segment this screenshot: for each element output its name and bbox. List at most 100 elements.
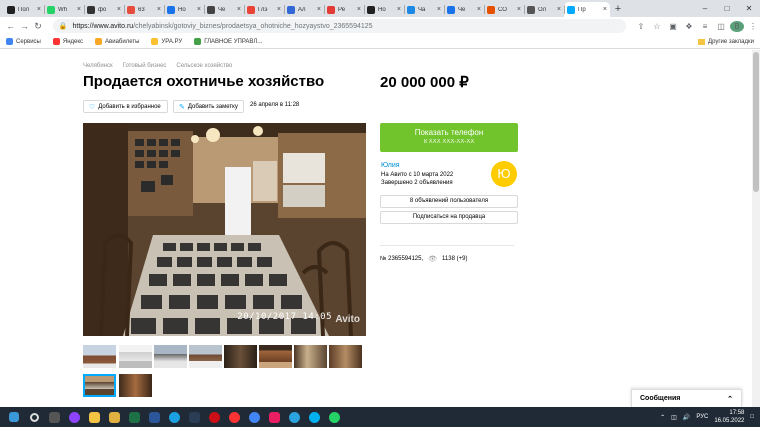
chevron-up-icon[interactable]: ⌃ bbox=[727, 395, 733, 403]
thumbnail[interactable] bbox=[189, 345, 222, 368]
browser-tab[interactable]: Но × bbox=[364, 2, 404, 17]
reading-list-icon[interactable]: ≡ bbox=[698, 22, 712, 31]
other-bookmarks[interactable]: Другие закладки bbox=[698, 38, 754, 45]
tab-close-icon[interactable]: × bbox=[557, 6, 561, 13]
breadcrumb-item[interactable]: Сельское хозяйство bbox=[176, 63, 232, 69]
excel-icon[interactable] bbox=[124, 407, 144, 427]
thumbnail[interactable] bbox=[294, 345, 327, 368]
tab-close-icon[interactable]: × bbox=[437, 6, 441, 13]
add-to-favorites-button[interactable]: ♡ Добавить в избранное bbox=[83, 100, 168, 113]
tab-close-icon[interactable]: × bbox=[77, 6, 81, 13]
browser-tab[interactable]: Wh × bbox=[44, 2, 84, 17]
breadcrumb-item[interactable]: Челябинск bbox=[83, 63, 113, 69]
skype-icon[interactable] bbox=[304, 407, 324, 427]
bookmark-item[interactable]: Сервисы bbox=[6, 38, 41, 45]
thumbnail[interactable] bbox=[83, 345, 116, 368]
anchor-app-icon[interactable] bbox=[184, 407, 204, 427]
telegram-icon[interactable] bbox=[284, 407, 304, 427]
minimize-icon[interactable]: – bbox=[694, 4, 716, 13]
browser-tab[interactable]: Глэ × bbox=[244, 2, 284, 17]
back-icon[interactable]: ← bbox=[4, 19, 18, 33]
messages-widget[interactable]: Сообщения ⌃ bbox=[631, 389, 742, 407]
task-view-icon[interactable] bbox=[44, 407, 64, 427]
tab-close-icon[interactable]: × bbox=[397, 6, 401, 13]
browser-tab[interactable]: Че × bbox=[444, 2, 484, 17]
tab-close-icon[interactable]: × bbox=[357, 6, 361, 13]
forward-icon[interactable]: → bbox=[18, 19, 32, 33]
subscribe-seller-button[interactable]: Подписаться на продавца bbox=[380, 211, 518, 224]
volume-icon[interactable]: 🔊 bbox=[683, 414, 690, 421]
browser-tab[interactable]: Ал × bbox=[284, 2, 324, 17]
thumbnail[interactable] bbox=[119, 374, 152, 397]
add-note-button[interactable]: ✎ Добавить заметку bbox=[173, 100, 244, 113]
browser-tab[interactable]: фо × bbox=[84, 2, 124, 17]
browser-tab[interactable]: 63 × bbox=[124, 2, 164, 17]
profile-avatar[interactable]: В bbox=[729, 20, 744, 32]
menu-icon[interactable]: ⋮ bbox=[746, 22, 760, 31]
scrollbar-thumb[interactable] bbox=[753, 52, 759, 192]
user-ads-button[interactable]: 8 объявлений пользователя bbox=[380, 195, 518, 208]
screenshot-icon[interactable]: ▣ bbox=[666, 22, 680, 31]
browser-tab-active[interactable]: Пр × bbox=[564, 2, 610, 17]
thumbnail-selected[interactable] bbox=[83, 374, 116, 397]
tab-close-icon[interactable]: × bbox=[37, 6, 41, 13]
browser-tab[interactable]: СО × bbox=[484, 2, 524, 17]
tab-close-icon[interactable]: × bbox=[517, 6, 521, 13]
network-icon[interactable]: ◫ bbox=[671, 414, 677, 421]
tray-chevron-icon[interactable]: ⌃ bbox=[660, 414, 665, 421]
thumbnail[interactable] bbox=[329, 345, 362, 368]
messenger-icon[interactable] bbox=[324, 407, 344, 427]
bookmark-item[interactable]: ГЛАВНОЕ УПРАВЛ... bbox=[194, 38, 262, 45]
thumbnail[interactable] bbox=[224, 345, 257, 368]
search-icon[interactable] bbox=[24, 407, 44, 427]
tab-close-icon[interactable]: × bbox=[237, 6, 241, 13]
thumbnail[interactable] bbox=[259, 345, 292, 368]
word-icon[interactable] bbox=[144, 407, 164, 427]
thumbnail[interactable] bbox=[119, 345, 152, 368]
file-explorer-icon[interactable] bbox=[84, 407, 104, 427]
bookmark-item[interactable]: УРА.РУ bbox=[151, 38, 182, 45]
tab-close-icon[interactable]: × bbox=[117, 6, 121, 13]
browser-tab[interactable]: Ре × bbox=[324, 2, 364, 17]
reload-icon[interactable]: ↻ bbox=[31, 19, 45, 33]
share-icon[interactable]: ⇧ bbox=[634, 22, 648, 31]
paint-icon[interactable] bbox=[264, 407, 284, 427]
browser-tab[interactable]: Пол × bbox=[4, 2, 44, 17]
seller-name-link[interactable]: Юлия bbox=[381, 162, 400, 169]
bookmark-item[interactable]: Авиабилеты bbox=[95, 38, 139, 45]
breadcrumb-item[interactable]: Готовый бизнес bbox=[123, 63, 167, 69]
main-photo[interactable]: 20/10/2017 14:05 Avito bbox=[83, 123, 366, 336]
bookmark-item[interactable]: Яндекс bbox=[52, 38, 83, 45]
opera-icon[interactable] bbox=[204, 407, 224, 427]
close-window-icon[interactable]: ✕ bbox=[738, 4, 760, 13]
alice-icon[interactable] bbox=[64, 407, 84, 427]
chrome-icon[interactable] bbox=[244, 407, 264, 427]
page-scrollbar[interactable] bbox=[752, 50, 760, 407]
tab-close-icon[interactable]: × bbox=[603, 6, 607, 13]
thumbnail[interactable] bbox=[154, 345, 187, 368]
sidepanel-icon[interactable]: ◫ bbox=[714, 22, 728, 31]
tab-close-icon[interactable]: × bbox=[277, 6, 281, 13]
browser-tab[interactable]: Че × bbox=[204, 2, 244, 17]
clock[interactable]: 17:58 16.05.2022 bbox=[714, 409, 744, 425]
tab-close-icon[interactable]: × bbox=[317, 6, 321, 13]
address-bar[interactable]: 🔒 https://www.avito.ru/chelyabinsk/gotov… bbox=[52, 19, 626, 33]
maximize-icon[interactable]: □ bbox=[716, 4, 738, 13]
tab-close-icon[interactable]: × bbox=[197, 6, 201, 13]
tab-close-icon[interactable]: × bbox=[157, 6, 161, 13]
browser-tab[interactable]: Ча × bbox=[404, 2, 444, 17]
notifications-icon[interactable]: □ bbox=[750, 414, 754, 420]
language-indicator[interactable]: РУС bbox=[696, 414, 708, 420]
bookmark-star-icon[interactable]: ☆ bbox=[650, 22, 664, 31]
browser-tab[interactable]: Ол × bbox=[524, 2, 564, 17]
seller-avatar[interactable]: Ю bbox=[491, 161, 517, 187]
tab-close-icon[interactable]: × bbox=[477, 6, 481, 13]
edge-icon[interactable] bbox=[164, 407, 184, 427]
start-icon[interactable] bbox=[4, 407, 24, 427]
yandex-browser-icon[interactable] bbox=[224, 407, 244, 427]
new-tab-button[interactable]: + bbox=[610, 2, 626, 17]
folder-app-icon[interactable] bbox=[104, 407, 124, 427]
show-phone-button[interactable]: Показать телефон 8 XXX XXX-XX-XX bbox=[380, 123, 518, 152]
extensions-icon[interactable]: ❖ bbox=[682, 22, 696, 31]
browser-tab[interactable]: Но × bbox=[164, 2, 204, 17]
